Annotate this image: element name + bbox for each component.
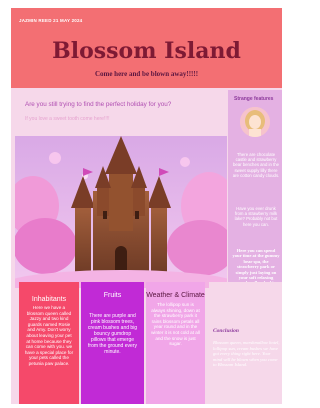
castle-illustration	[15, 136, 227, 288]
flyer-sheet: JAZMIN REED 21 MAY 2024 Blossom Island C…	[11, 8, 282, 404]
column-weather: Weather & Climate The lollipop sun is al…	[146, 282, 205, 404]
column-text: Here we have a blossom queen called Jazz…	[24, 305, 74, 366]
intro-question: Are you still trying to find the perfect…	[25, 101, 172, 108]
page-title: Blossom Island	[52, 38, 241, 64]
sidebar-paragraph: There are chocolate castle and strawberr…	[232, 152, 280, 178]
sidebar-heading: Strange features	[234, 96, 274, 102]
column-text: The lollipop sun is always shining, down…	[151, 302, 200, 347]
header-banner: JAZMIN REED 21 MAY 2024 Blossom Island C…	[11, 8, 282, 88]
column-inhabitants: Inhabitants Here we have a blossom queen…	[19, 282, 79, 404]
column-heading: Fruits	[103, 292, 122, 299]
page: JAZMIN REED 21 MAY 2024 Blossom Island C…	[0, 0, 291, 408]
byline: JAZMIN REED 21 MAY 2024	[19, 18, 83, 23]
intro-teaser: If you love a sweet tooth come here!!!!	[25, 116, 110, 122]
column-heading: Inhabitants	[31, 296, 67, 303]
column-conclusion: Conclusion Blossom queen, marshmallow ho…	[209, 282, 282, 404]
column-text: Blossom queen, marshmallow hotel, lollip…	[213, 340, 280, 368]
column-text: There are purple and pink blossom trees,…	[87, 313, 138, 355]
column-heading: Weather & Climate	[146, 292, 205, 299]
avatar	[240, 107, 270, 137]
girl-portrait-icon	[240, 107, 270, 137]
column-fruits: Fruits There are purple and pink blossom…	[81, 282, 144, 404]
tagline: Come here and be blown away!!!!!	[94, 70, 199, 78]
sidebar-paragraph: Have you ever drunk from a strawberry mi…	[234, 206, 278, 227]
